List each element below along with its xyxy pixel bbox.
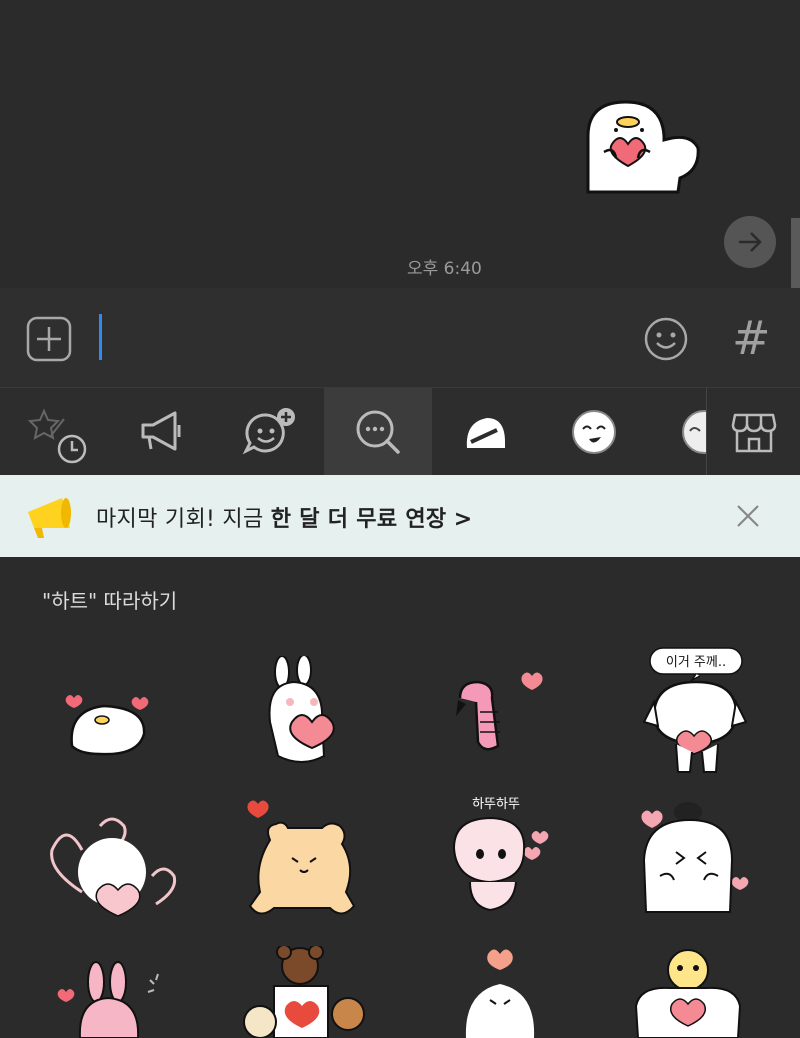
megaphone-yellow-icon: [28, 498, 71, 538]
sticker-bunny-heart[interactable]: [262, 656, 342, 771]
megaphone-icon: [141, 411, 181, 450]
tab-sticker-pack-2[interactable]: [540, 388, 648, 475]
chat-plus-icon: [242, 407, 295, 454]
message-input[interactable]: [99, 314, 102, 360]
face-pack-icon: [572, 409, 616, 454]
sticker-sheep-hearts[interactable]: 하뚜하뚜: [440, 794, 560, 922]
sent-ghost-sticker[interactable]: [580, 96, 705, 198]
tab-emoticon-add[interactable]: [216, 388, 324, 475]
tab-sticker-pack-1[interactable]: [432, 388, 540, 475]
arrow-right-icon: [739, 232, 762, 252]
promo-arrow: >: [453, 507, 473, 532]
search-chat-icon: [356, 410, 400, 454]
tab-search[interactable]: [324, 388, 432, 475]
sticker-caption-1: 이거 주께..: [666, 655, 726, 670]
ghost-pack-icon: [466, 417, 505, 448]
sticker-dog-speech[interactable]: 이거 주께..: [640, 646, 750, 776]
partial-pack-icon: [682, 409, 706, 454]
tab-recent-favorites[interactable]: [0, 388, 108, 475]
store-icon: [731, 413, 777, 452]
hashtag-search-button[interactable]: #: [732, 314, 771, 362]
close-icon[interactable]: [736, 504, 760, 528]
promo-text-bold: 한 달 더 무료 연장: [270, 507, 447, 532]
scroll-to-bottom-button[interactable]: [724, 216, 776, 268]
smiley-icon[interactable]: [643, 316, 689, 362]
scrollbar-thumb[interactable]: [791, 218, 800, 288]
tab-announcement[interactable]: [108, 388, 216, 475]
sticker-panda-hearts[interactable]: [636, 800, 752, 918]
section-title: "하트" 따라하기: [42, 589, 178, 613]
sticker-flamingo-heart[interactable]: [448, 668, 548, 758]
star-clock-icon: [27, 408, 87, 463]
sticker-caption-2: 하뚜하뚜: [472, 797, 520, 812]
sticker-yellow-bear-heart[interactable]: [630, 948, 746, 1038]
sticker-duck-hearts[interactable]: [60, 690, 160, 760]
tab-sticker-pack-3[interactable]: [648, 388, 706, 475]
sticker-pink-bunny[interactable]: [54, 960, 174, 1038]
message-timestamp: 오후 6:40: [407, 259, 482, 279]
sticker-duck-heart-up[interactable]: [460, 944, 540, 1038]
promo-banner-text[interactable]: 마지막 기회! 지금 한 달 더 무료 연장 >: [96, 501, 472, 533]
promo-text-plain: 마지막 기회! 지금: [96, 507, 271, 532]
tab-store[interactable]: [706, 388, 800, 475]
sticker-glow-hearts[interactable]: [40, 816, 180, 921]
sticker-bears-heart-sign[interactable]: [238, 946, 368, 1038]
sticker-bear-heart[interactable]: [244, 796, 360, 922]
plus-square-icon[interactable]: [26, 316, 72, 362]
